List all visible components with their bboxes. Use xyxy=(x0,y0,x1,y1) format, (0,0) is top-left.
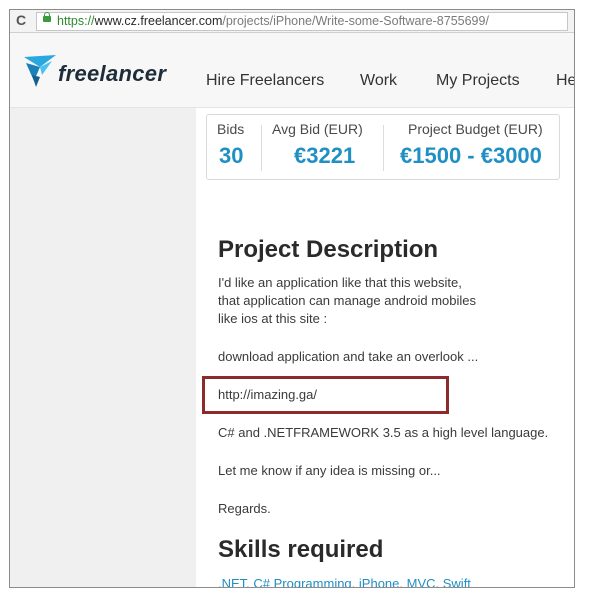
nav-work[interactable]: Work xyxy=(360,72,397,90)
missing-line: Let me know if any idea is missing or... xyxy=(218,463,441,478)
description-line: like ios at this site : xyxy=(218,311,328,326)
description-line: I'd like an application like that this w… xyxy=(218,275,462,290)
skill-link[interactable]: .NET xyxy=(218,576,246,587)
url-host: www.cz.freelancer.com xyxy=(94,14,223,28)
url-path: /projects/iPhone/Write-some-Software-875… xyxy=(222,14,489,28)
avg-bid-label: Avg Bid (EUR) xyxy=(272,121,363,137)
skill-link[interactable]: Swift xyxy=(443,576,471,587)
tech-line: C# and .NETFRAMEWORK 3.5 as a high level… xyxy=(218,425,549,440)
logo-bird-icon xyxy=(24,55,56,87)
skills-heading: Skills required xyxy=(218,536,384,563)
skills-list: .NET, C# Programming, iPhone, MVC, Swift xyxy=(218,576,471,587)
url-text: https://www.cz.freelancer.com/projects/i… xyxy=(57,14,489,28)
url-field[interactable]: https://www.cz.freelancer.com/projects/i… xyxy=(36,12,568,31)
nav-help[interactable]: He xyxy=(556,72,574,90)
bids-value: 30 xyxy=(219,143,244,168)
project-description-heading: Project Description xyxy=(218,236,439,263)
nav-my-projects[interactable]: My Projects xyxy=(436,72,520,90)
reload-icon[interactable]: C xyxy=(16,12,26,28)
stat-bids: Bids 30 xyxy=(207,115,261,179)
skill-link[interactable]: C# Programming xyxy=(253,576,351,587)
stat-avg-bid: Avg Bid (EUR) €3221 xyxy=(262,115,382,179)
bids-label: Bids xyxy=(217,121,245,137)
address-bar: C https://www.cz.freelancer.com/projects… xyxy=(10,10,574,33)
url-scheme: https:// xyxy=(57,14,95,28)
site-header: freelancer Hire Freelancers Work My Proj… xyxy=(10,33,574,108)
download-line: download application and take an overloo… xyxy=(218,349,479,364)
project-content: Project Description I'd like an applicat… xyxy=(198,186,574,587)
skill-link[interactable]: iPhone xyxy=(359,576,399,587)
nav-hire-freelancers[interactable]: Hire Freelancers xyxy=(206,72,324,90)
project-link[interactable]: http://imazing.ga/ xyxy=(218,386,317,404)
avg-bid-value: €3221 xyxy=(294,143,356,168)
browser-window: C https://www.cz.freelancer.com/projects… xyxy=(9,9,575,588)
description-line: that application can manage android mobi… xyxy=(218,293,477,308)
budget-value: €1500 - €3000 xyxy=(400,143,542,168)
regards-line: Regards. xyxy=(218,501,271,516)
logo-text: freelancer xyxy=(58,61,167,86)
project-stats: Bids 30 Avg Bid (EUR) €3221 Project Budg… xyxy=(206,114,560,180)
budget-label: Project Budget (EUR) xyxy=(408,121,543,137)
stat-budget: Project Budget (EUR) €1500 - €3000 xyxy=(384,115,559,179)
skill-link[interactable]: MVC xyxy=(407,576,436,587)
lock-icon xyxy=(43,12,51,22)
left-panel xyxy=(10,108,196,587)
